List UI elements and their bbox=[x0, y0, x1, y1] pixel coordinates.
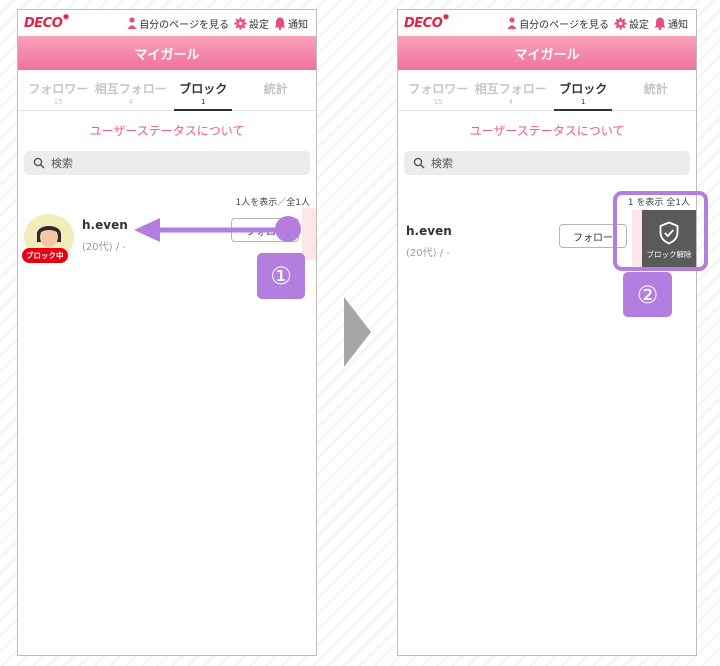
tab-label: 相互フォロー bbox=[474, 82, 547, 96]
tab-count: 15 bbox=[53, 98, 63, 106]
blocked-badge: ブロック中 bbox=[22, 248, 68, 263]
tab-followers[interactable]: フォロワー 15 bbox=[402, 70, 475, 110]
tab-label: フォロワー bbox=[408, 82, 469, 96]
notifications-label: 通知 bbox=[288, 19, 308, 31]
mypage-label: 自分のページを見る bbox=[519, 19, 609, 31]
settings-link[interactable]: 設定 bbox=[614, 16, 649, 31]
notifications-link[interactable]: 通知 bbox=[274, 16, 308, 31]
gear-icon bbox=[234, 16, 247, 30]
deco-logo[interactable]: DECO ✹ bbox=[404, 13, 450, 31]
tab-followers[interactable]: フォロワー 15 bbox=[22, 70, 95, 110]
next-step-arrow-icon bbox=[344, 297, 371, 367]
deco-logo[interactable]: DECO ✹ bbox=[24, 13, 70, 31]
page-title-bar: マイガール bbox=[18, 36, 316, 70]
tab-mutual[interactable]: 相互フォロー 4 bbox=[95, 70, 168, 110]
tab-mutual[interactable]: 相互フォロー 4 bbox=[475, 70, 548, 110]
tab-label: ブロック bbox=[559, 82, 608, 96]
tab-count: 4 bbox=[128, 98, 133, 106]
page-title-bar: マイガール bbox=[398, 36, 696, 70]
logo-star-icon: ✹ bbox=[442, 12, 450, 23]
notifications-link[interactable]: 通知 bbox=[654, 16, 688, 31]
person-icon bbox=[127, 17, 137, 29]
bell-icon bbox=[274, 17, 286, 30]
notifications-label: 通知 bbox=[668, 19, 688, 31]
search-icon bbox=[413, 157, 425, 169]
app-header: DECO ✹ 自分のページを見る 設定 通知 bbox=[18, 10, 316, 36]
swipe-left-arrow bbox=[134, 216, 301, 242]
user-name[interactable]: h.even bbox=[406, 224, 452, 238]
mypage-link[interactable]: 自分のページを見る bbox=[507, 16, 609, 31]
tab-count: 4 bbox=[508, 98, 513, 106]
search-icon bbox=[33, 157, 45, 169]
gear-icon bbox=[614, 16, 627, 30]
step-1-badge: ① bbox=[257, 253, 305, 299]
screen-before: DECO ✹ 自分のページを見る 設定 通知 マイガール フォロワー 15 相互フォ… bbox=[17, 9, 317, 656]
status-info-link[interactable]: ユーザーステータスについて bbox=[18, 122, 316, 139]
tab-label: ブロック bbox=[179, 82, 228, 96]
header-nav: 自分のページを見る 設定 通知 bbox=[502, 16, 688, 31]
search-placeholder: 検索 bbox=[431, 157, 453, 170]
tab-count: 1 bbox=[201, 98, 206, 106]
tab-count: 1 bbox=[581, 98, 586, 106]
page-title: マイガール bbox=[134, 47, 200, 63]
screen-after: DECO ✹ 自分のページを見る 設定 通知 マイガール フォロワー 15 相互フォ… bbox=[397, 9, 697, 656]
app-header: DECO ✹ 自分のページを見る 設定 通知 bbox=[398, 10, 696, 36]
page-title: マイガール bbox=[514, 47, 580, 63]
settings-label: 設定 bbox=[629, 19, 649, 31]
person-icon bbox=[507, 17, 517, 29]
user-age: (20代) / - bbox=[82, 242, 126, 253]
mypage-label: 自分のページを見る bbox=[139, 19, 229, 31]
tab-stats[interactable]: 統計 bbox=[620, 70, 693, 110]
status-info-link[interactable]: ユーザーステータスについて bbox=[398, 122, 696, 139]
tab-count: 15 bbox=[433, 98, 443, 106]
follow-button-label: フォロー bbox=[573, 232, 613, 244]
tab-block[interactable]: ブロック 1 bbox=[547, 70, 620, 110]
user-name[interactable]: h.even bbox=[82, 218, 128, 232]
tab-label: 統計 bbox=[643, 82, 668, 96]
search-input[interactable]: 検索 bbox=[24, 151, 310, 175]
tab-bar: フォロワー 15 相互フォロー 4 ブロック 1 統計 bbox=[18, 70, 316, 111]
settings-label: 設定 bbox=[249, 19, 269, 31]
search-placeholder: 検索 bbox=[51, 157, 73, 170]
tab-bar: フォロワー 15 相互フォロー 4 ブロック 1 統計 bbox=[398, 70, 696, 111]
tab-label: フォロワー bbox=[28, 82, 89, 96]
tab-block[interactable]: ブロック 1 bbox=[167, 70, 240, 110]
result-count: 1人を表示／全1人 bbox=[235, 198, 310, 208]
tab-label: 相互フォロー bbox=[94, 82, 167, 96]
settings-link[interactable]: 設定 bbox=[234, 16, 269, 31]
avatar[interactable]: ブロック中 bbox=[22, 214, 74, 263]
tab-label: 統計 bbox=[263, 82, 288, 96]
unblock-highlight bbox=[613, 191, 708, 271]
tab-stats[interactable]: 統計 bbox=[240, 70, 313, 110]
bell-icon bbox=[654, 17, 666, 30]
step-2-badge: ② bbox=[623, 272, 672, 317]
logo-star-icon: ✹ bbox=[62, 12, 70, 23]
search-input[interactable]: 検索 bbox=[404, 151, 690, 175]
header-nav: 自分のページを見る 設定 通知 bbox=[122, 16, 308, 31]
user-age: (20代) / - bbox=[406, 248, 450, 259]
mypage-link[interactable]: 自分のページを見る bbox=[127, 16, 229, 31]
